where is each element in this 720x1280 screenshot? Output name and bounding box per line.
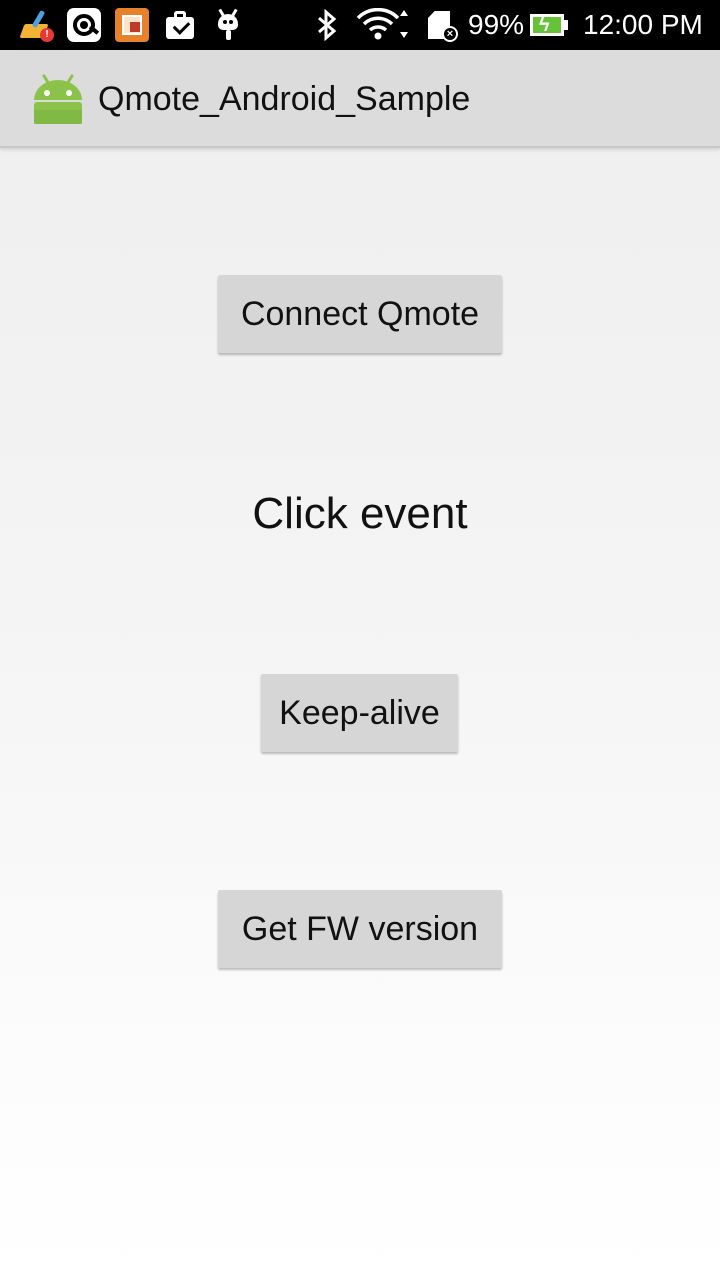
battery-percent: 99% [468,9,525,40]
action-bar: Qmote_Android_Sample [0,50,720,148]
android-app-icon [30,70,86,126]
app-title: Qmote_Android_Sample [98,80,471,118]
connect-qmote-button[interactable]: Connect Qmote [218,275,502,353]
battery-charging-icon: ϟ [530,8,570,42]
shopping-bag-icon [163,8,197,42]
keep-alive-button[interactable]: Keep-alive [261,674,458,752]
sd-card-error-icon: × [424,8,458,42]
status-time: 12:00 PM [583,9,703,40]
photo-app-icon [115,8,149,42]
cleaner-alert-icon: ! [19,8,54,42]
bug-droid-icon [212,8,246,42]
scan-app-icon [67,8,101,42]
bluetooth-icon [310,8,344,42]
event-status-text: Click event [252,489,468,538]
wifi-icon [356,7,412,42]
get-fw-version-button[interactable]: Get FW version [218,890,502,968]
status-bar: ! × 99% ϟ 12:00 PM [0,0,720,50]
